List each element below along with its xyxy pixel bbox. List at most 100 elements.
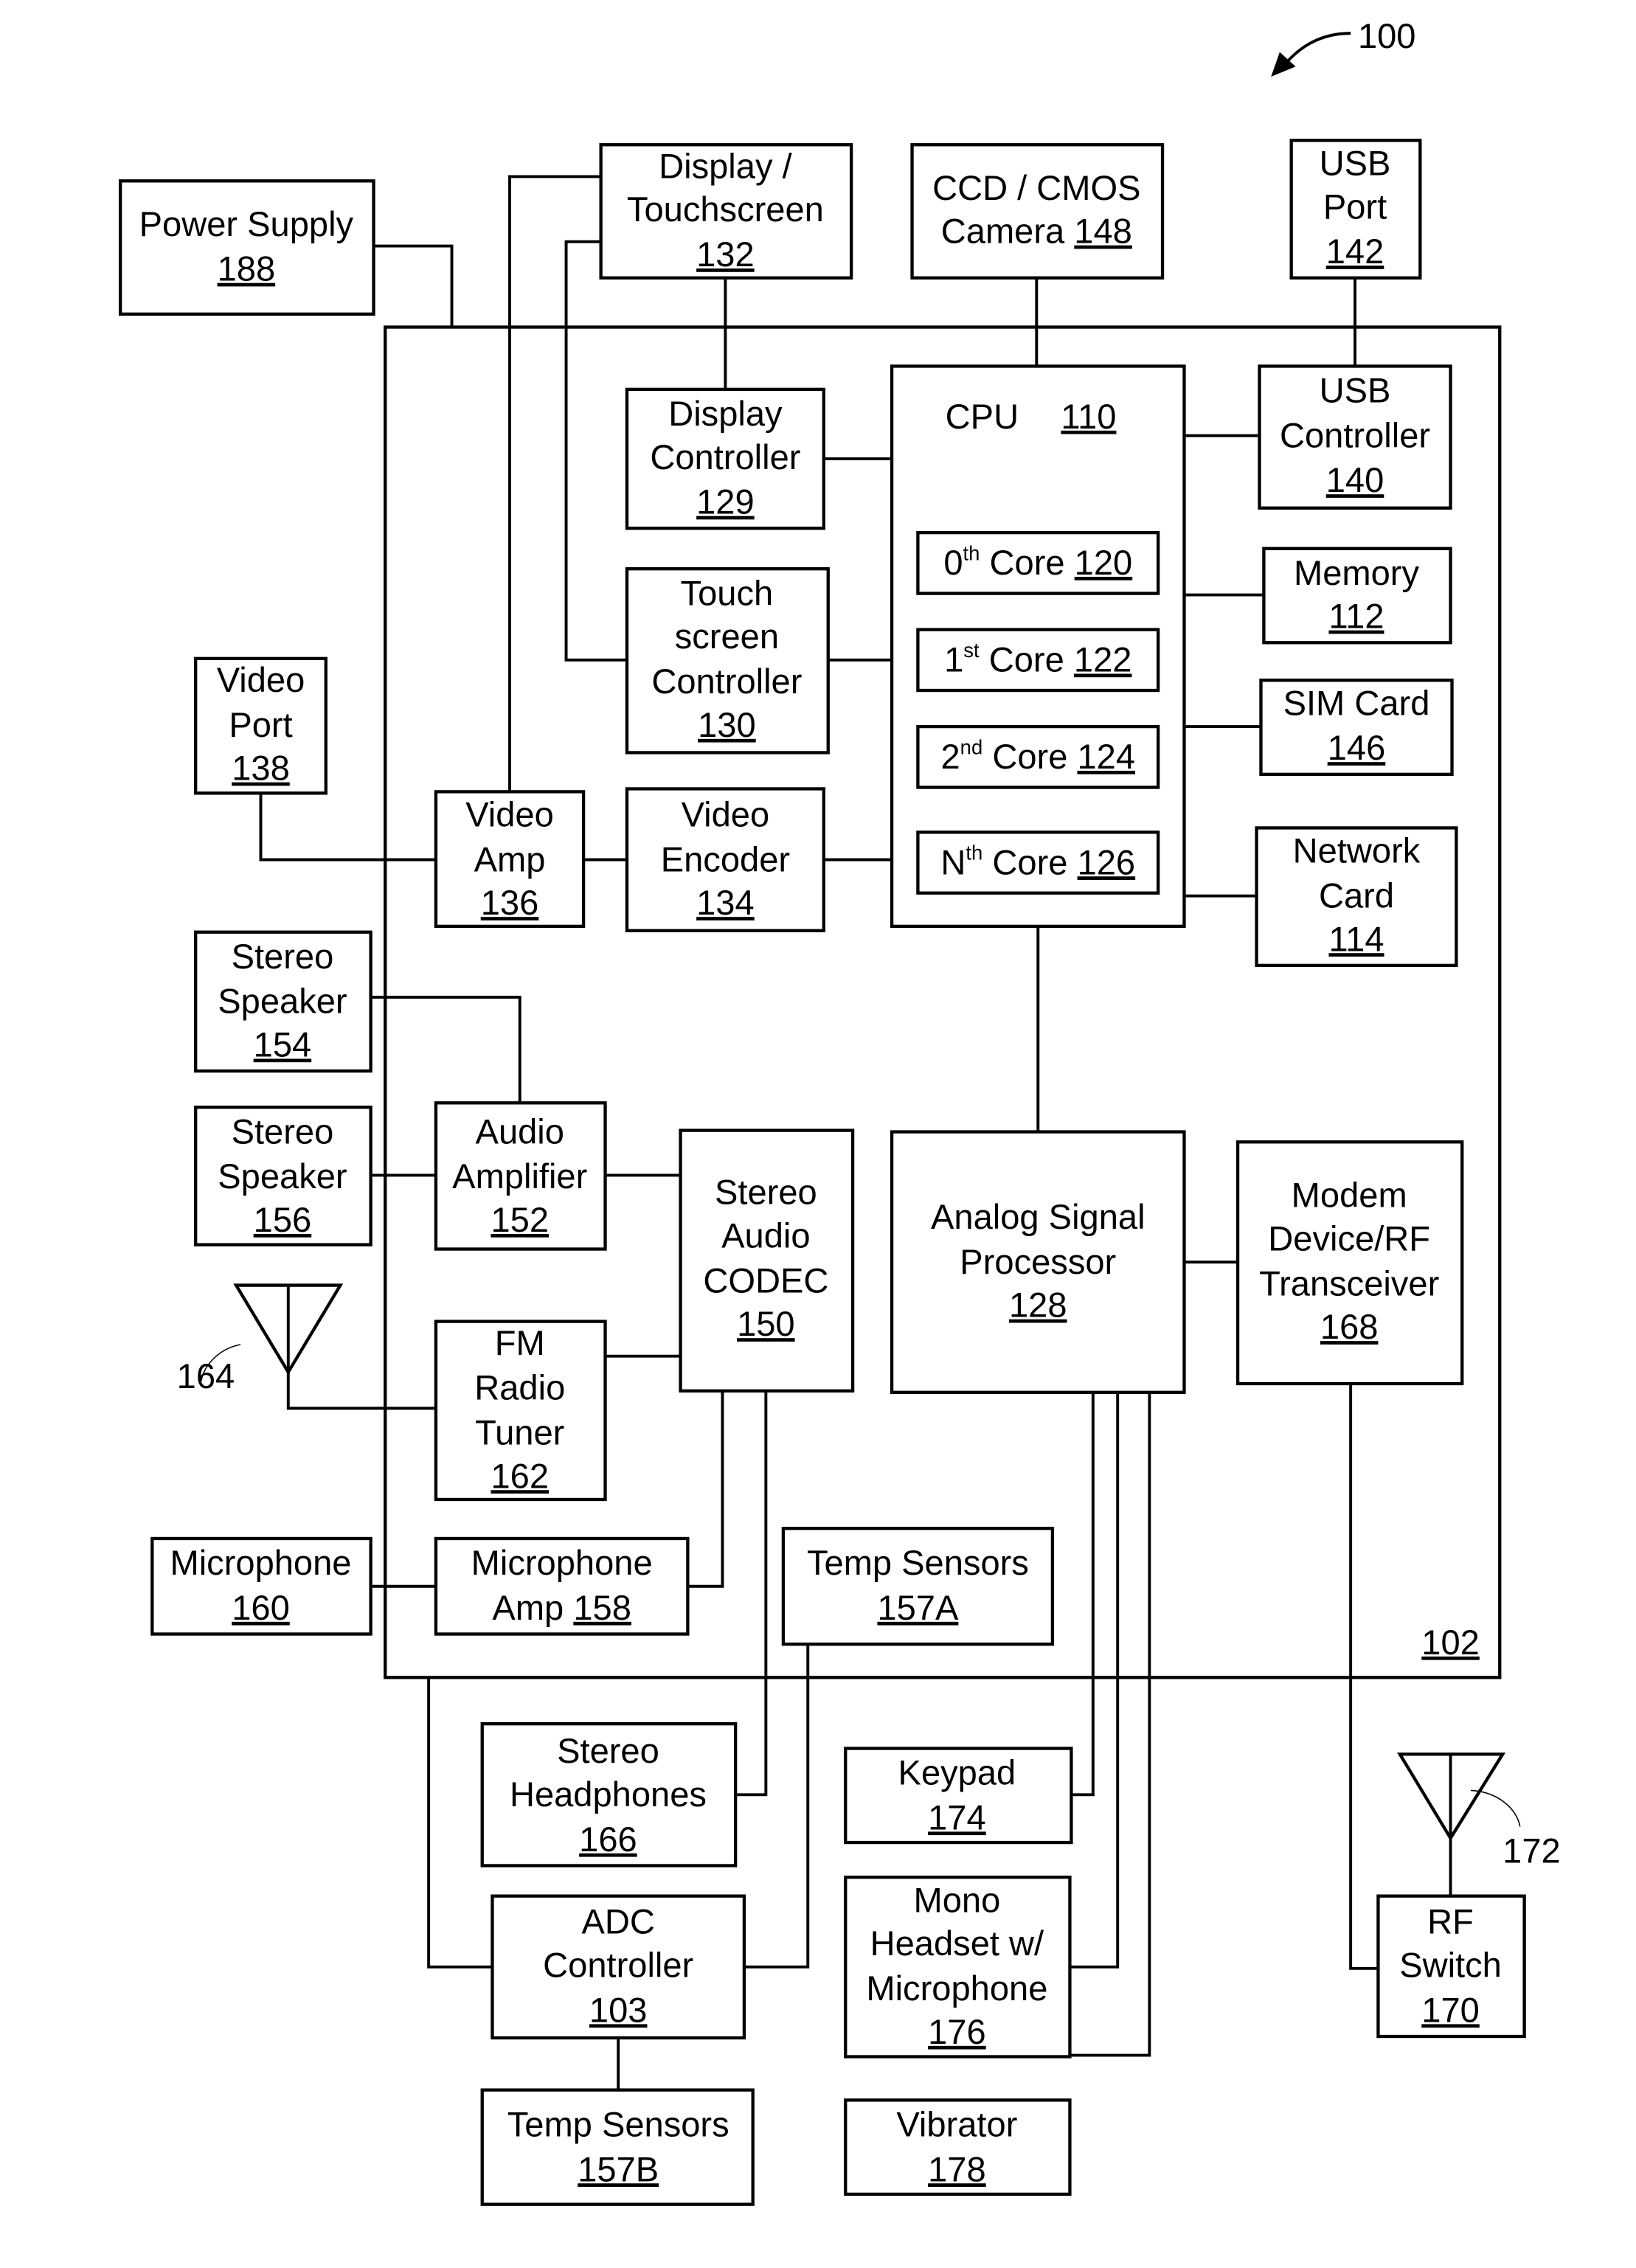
svg-text:Speaker: Speaker — [218, 1156, 347, 1196]
block-display-controller: Display Controller 129 — [625, 387, 826, 530]
svg-text:166: 166 — [579, 1820, 637, 1859]
svg-text:Audio: Audio — [721, 1216, 810, 1255]
svg-text:Video: Video — [465, 795, 554, 834]
svg-text:Stereo: Stereo — [232, 937, 334, 976]
svg-text:Transceiver: Transceiver — [1259, 1263, 1439, 1303]
block-mono-headset: Mono Headset w/ Microphone 176 — [844, 1876, 1072, 2059]
svg-text:136: 136 — [481, 883, 539, 922]
svg-text:Display /: Display / — [659, 146, 792, 185]
svg-text:Display: Display — [668, 394, 783, 433]
svg-text:Temp Sensors: Temp Sensors — [507, 2104, 729, 2143]
block-power-supply: Power Supply 188 — [118, 179, 375, 316]
svg-text:Encoder: Encoder — [661, 839, 790, 878]
svg-text:Stereo: Stereo — [557, 1731, 659, 1770]
fm-antenna: 164 — [177, 1283, 344, 1395]
svg-text:156: 156 — [254, 1200, 312, 1239]
block-stereo-speaker-154: Stereo Speaker 154 — [194, 930, 372, 1073]
svg-text:110: 110 — [1061, 397, 1116, 436]
svg-text:Memory: Memory — [1294, 553, 1419, 592]
block-usb-controller: USB Controller 140 — [1258, 364, 1452, 510]
svg-text:Switch: Switch — [1399, 1946, 1502, 1985]
svg-text:112: 112 — [1328, 597, 1384, 636]
svg-text:Amp 158: Amp 158 — [492, 1588, 631, 1627]
board-ref: 102 — [1421, 1623, 1480, 1662]
svg-text:Port: Port — [1323, 187, 1387, 226]
svg-text:157A: 157A — [877, 1588, 959, 1627]
svg-text:SIM Card: SIM Card — [1283, 683, 1430, 722]
wire-asp-keypad — [1071, 1392, 1095, 1797]
wire-speaker154 — [370, 996, 521, 1103]
block-usb-port: USB Port 142 — [1289, 139, 1422, 280]
svg-text:CODEC: CODEC — [703, 1260, 828, 1300]
block-vibrator: Vibrator 178 — [844, 2098, 1072, 2196]
figure-number: 100 — [1358, 16, 1416, 55]
svg-text:CCD / CMOS: CCD / CMOS — [932, 168, 1140, 207]
svg-text:CPU: CPU — [946, 397, 1019, 436]
block-keypad: Keypad 174 — [844, 1747, 1073, 1845]
block-touchscreen-controller: Touch screen Controller 130 — [625, 567, 830, 755]
svg-text:Keypad: Keypad — [898, 1753, 1016, 1792]
block-microphone: Microphone 160 — [150, 1536, 372, 1636]
block-core-n: Nth Core 126 — [916, 830, 1160, 895]
svg-text:140: 140 — [1326, 460, 1384, 499]
svg-text:Controller: Controller — [1280, 415, 1430, 454]
svg-text:114: 114 — [1328, 919, 1384, 958]
svg-text:168: 168 — [1320, 1307, 1379, 1346]
svg-text:Vibrator: Vibrator — [896, 2104, 1017, 2143]
block-temp-sensors-157a: Temp Sensors 157A — [781, 1527, 1055, 1646]
block-video-encoder: Video Encoder 134 — [625, 787, 826, 932]
svg-text:132: 132 — [696, 235, 755, 274]
svg-text:188: 188 — [218, 249, 276, 288]
block-stereo-audio-codec: Stereo Audio CODEC 150 — [679, 1128, 855, 1393]
block-microphone-amp: Microphone Amp 158 — [434, 1536, 690, 1636]
block-camera: CCD / CMOS Camera 148 — [910, 143, 1165, 280]
svg-text:Processor: Processor — [960, 1242, 1116, 1281]
svg-text:Port: Port — [229, 705, 292, 744]
svg-text:Touchscreen: Touchscreen — [627, 190, 824, 229]
svg-text:Video: Video — [217, 660, 305, 699]
svg-text:129: 129 — [696, 482, 755, 521]
block-diagram: 100 102 164 172 Power Supply 188 Display… — [118, 16, 1561, 2206]
wire-display-touch — [564, 240, 627, 662]
wire-display-videoamp — [508, 175, 601, 792]
svg-text:Analog Signal: Analog Signal — [931, 1197, 1145, 1236]
svg-text:Headphones: Headphones — [510, 1775, 707, 1814]
svg-text:Speaker: Speaker — [218, 982, 347, 1021]
svg-text:Microphone: Microphone — [170, 1543, 351, 1582]
wire-codec-headphones — [735, 1390, 768, 1797]
figure-ref-100: 100 — [1271, 16, 1416, 77]
svg-text:Touch: Touch — [681, 573, 774, 612]
wire-tempA-adc — [744, 1644, 810, 1969]
svg-text:USB: USB — [1320, 371, 1391, 410]
svg-text:146: 146 — [1328, 728, 1386, 767]
block-video-port: Video Port 138 — [194, 656, 327, 795]
svg-text:134: 134 — [696, 883, 755, 922]
rf-antenna-ref: 172 — [1502, 1831, 1561, 1870]
svg-text:Controller: Controller — [650, 437, 800, 476]
svg-text:USB: USB — [1320, 143, 1391, 182]
svg-text:Audio: Audio — [476, 1112, 564, 1151]
svg-text:Power Supply: Power Supply — [139, 204, 354, 243]
block-video-amp: Video Amp 136 — [434, 790, 586, 929]
svg-text:Temp Sensors: Temp Sensors — [807, 1543, 1029, 1582]
svg-text:Card: Card — [1319, 875, 1394, 915]
block-fm-radio-tuner: FM Radio Tuner 162 — [434, 1319, 607, 1502]
svg-text:160: 160 — [232, 1588, 290, 1627]
svg-text:FM: FM — [495, 1323, 545, 1362]
svg-text:Device/RF: Device/RF — [1268, 1218, 1430, 1258]
block-core-0: 0th Core 120 — [916, 530, 1160, 595]
block-core-1: 1st Core 122 — [916, 628, 1160, 693]
block-sim-card: SIM Card 146 — [1259, 679, 1454, 777]
svg-text:Microphone: Microphone — [471, 1543, 653, 1582]
block-core-2: 2nd Core 124 — [916, 724, 1160, 789]
block-analog-signal-processor: Analog Signal Processor 128 — [890, 1130, 1186, 1394]
svg-text:162: 162 — [491, 1456, 549, 1495]
svg-text:174: 174 — [928, 1797, 986, 1837]
block-modem-rf-transceiver: Modem Device/RF Transceiver 168 — [1235, 1140, 1464, 1386]
svg-text:176: 176 — [928, 2012, 986, 2051]
svg-text:Tuner: Tuner — [475, 1412, 564, 1452]
fm-antenna-ref: 164 — [177, 1356, 235, 1395]
svg-text:152: 152 — [491, 1200, 549, 1239]
block-rf-switch: RF Switch 170 — [1376, 1894, 1526, 2039]
svg-text:Network: Network — [1293, 831, 1421, 870]
